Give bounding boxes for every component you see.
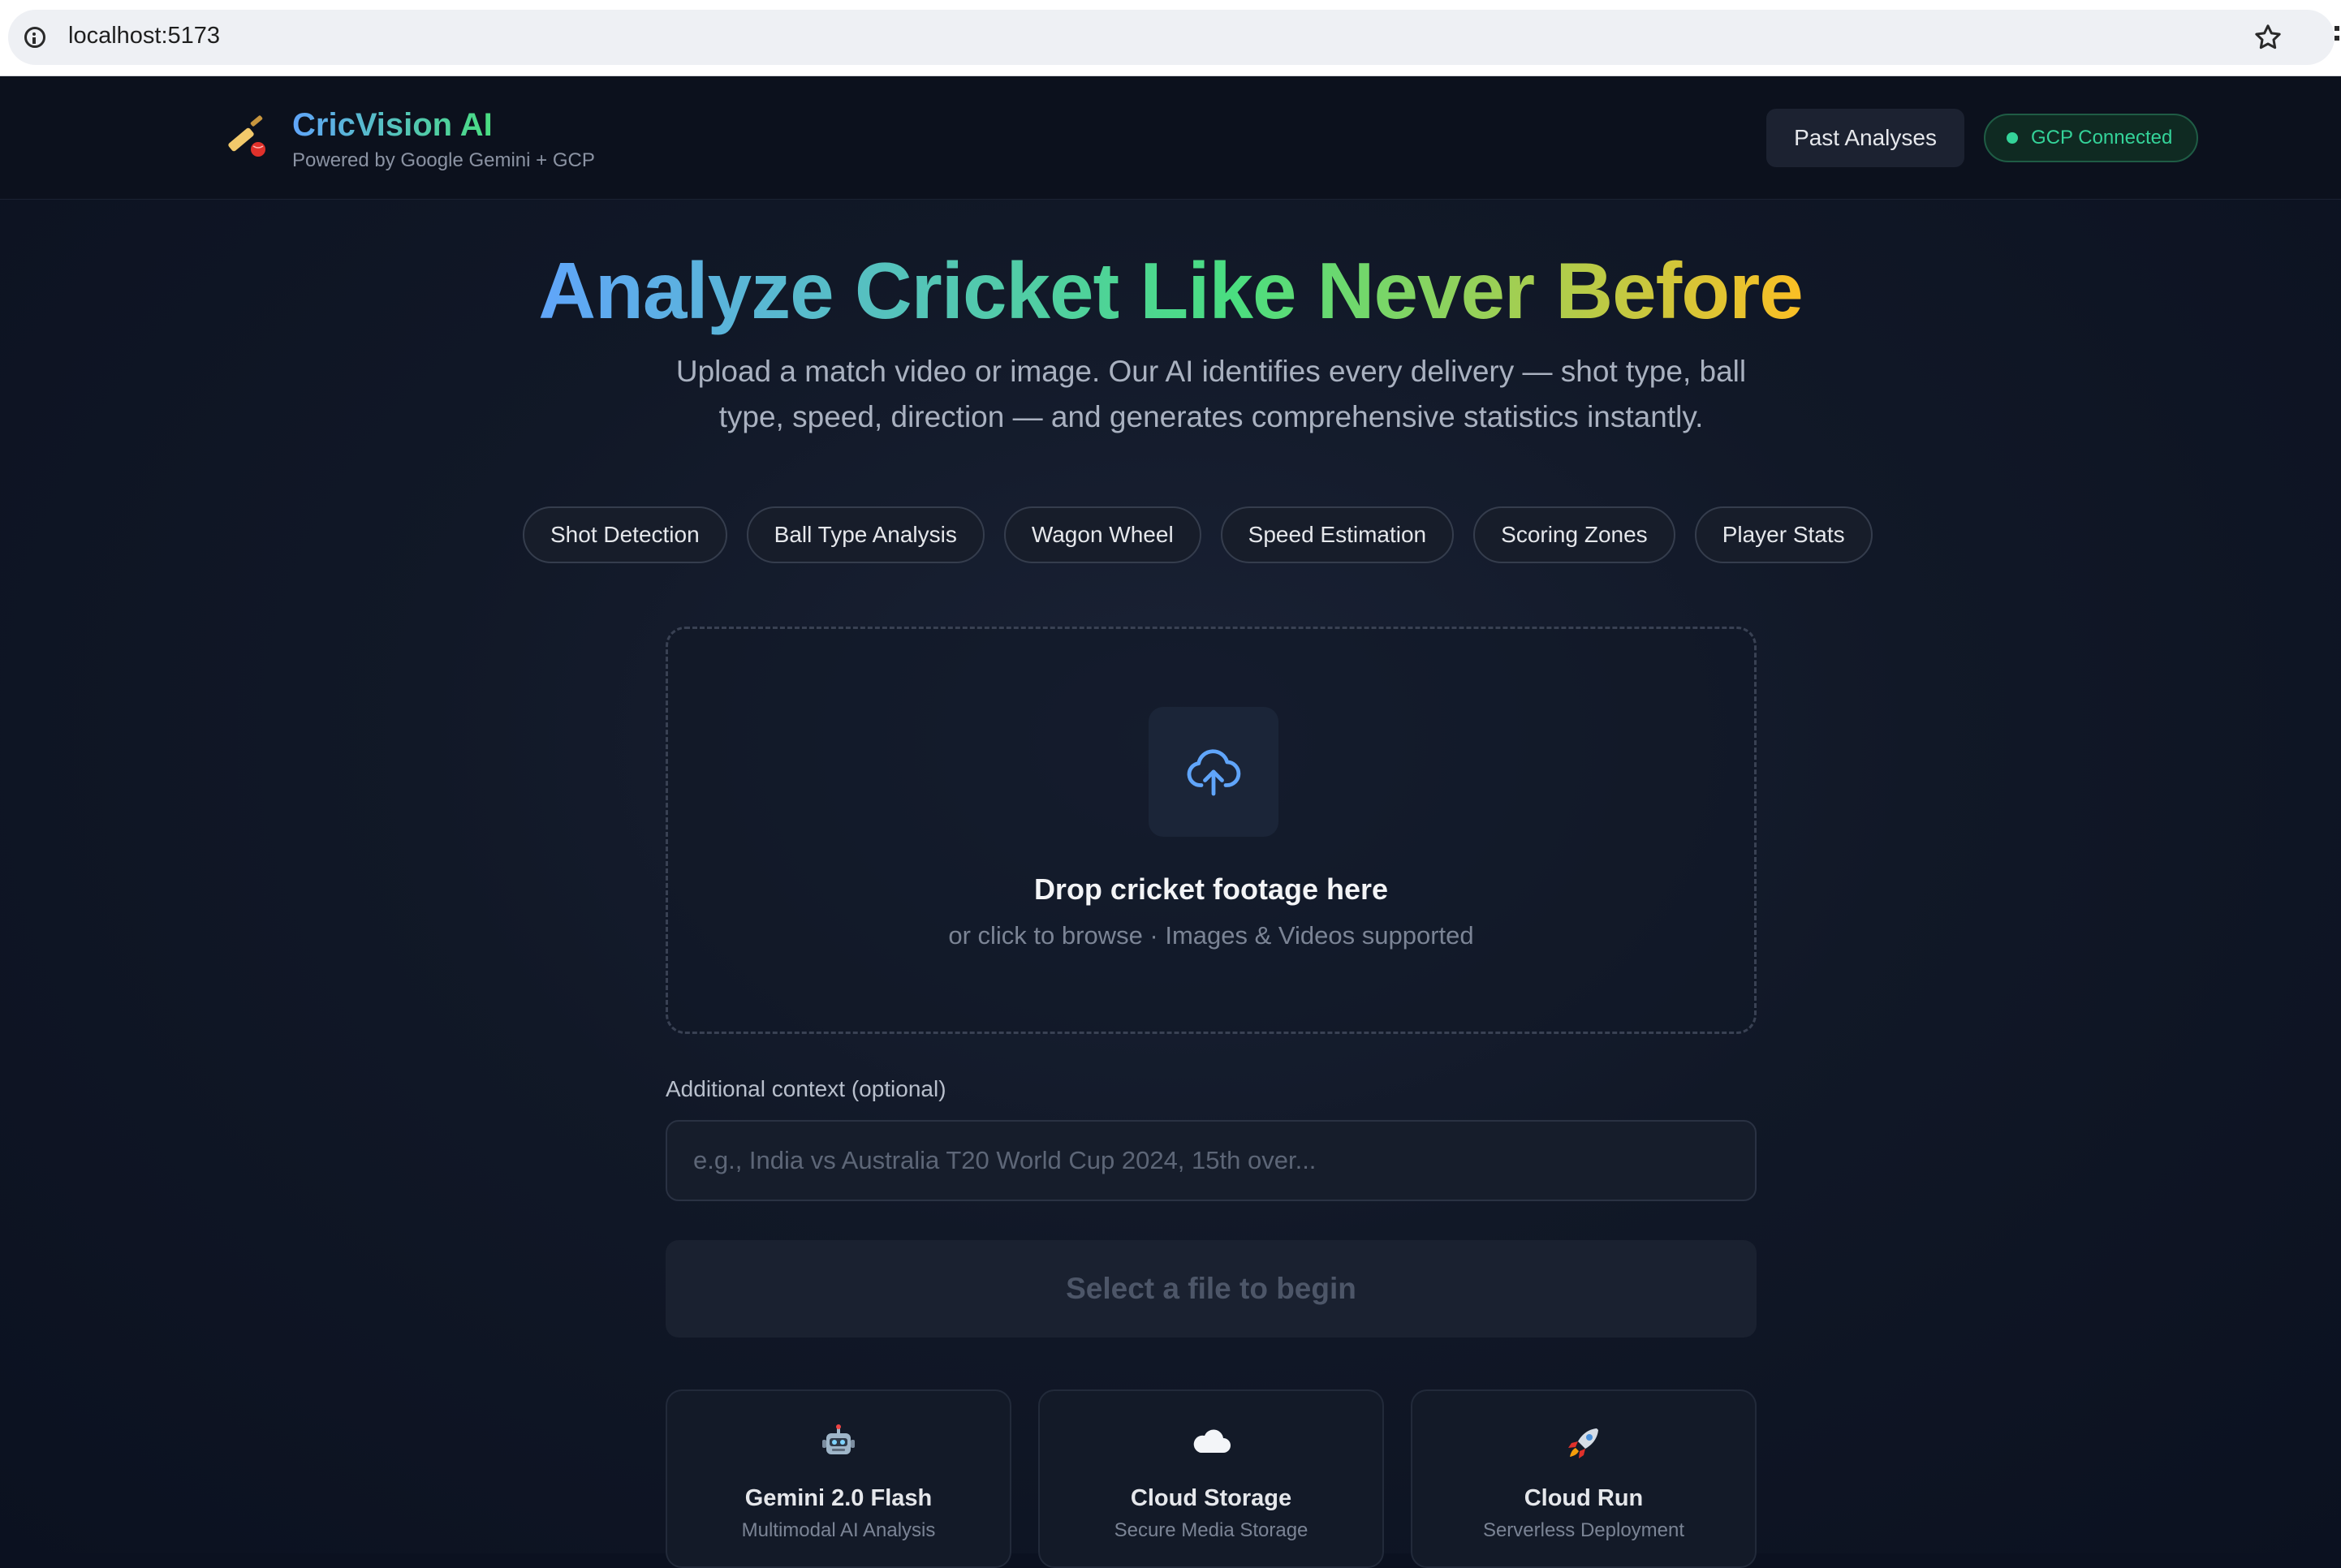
upload-icon-box [1149, 707, 1278, 837]
chip-wagon-wheel[interactable]: Wagon Wheel [1003, 506, 1201, 563]
app-root: CricVision AI Powered by Google Gemini +… [0, 76, 2341, 1568]
dropzone-subtitle: or click to browse · Images & Videos sup… [948, 921, 1474, 950]
card-subtitle: Serverless Deployment [1482, 1519, 1685, 1541]
hero-title-text: Analyze Cricket Like Never Before [538, 246, 1803, 335]
hero-title: Analyze Cricket Like Never Before [0, 245, 2341, 337]
card-cloud-storage: Cloud Storage Secure Media Storage [1038, 1389, 1384, 1568]
cricket-bat-ball-icon [228, 115, 265, 157]
card-title: Cloud Storage [1130, 1485, 1292, 1511]
app-title: CricVision AI [292, 107, 493, 143]
cloud-upload-icon [1187, 749, 1241, 796]
context-label: Additional context (optional) [666, 1076, 946, 1101]
analyze-button[interactable]: Select a file to begin [666, 1240, 1757, 1338]
chip-shot-detection[interactable]: Shot Detection [523, 506, 727, 563]
upload-dropzone[interactable]: Drop cricket footage here or click to br… [666, 627, 1757, 1034]
past-analyses-button[interactable]: Past Analyses [1766, 109, 1964, 167]
robot-icon [667, 1424, 1010, 1469]
card-subtitle: Multimodal AI Analysis [741, 1519, 936, 1541]
cloud-icon [1040, 1424, 1382, 1469]
status-dot-icon [2007, 132, 2018, 144]
site-info-icon[interactable] [24, 27, 45, 48]
chip-ball-type-analysis[interactable]: Ball Type Analysis [746, 506, 985, 563]
card-cloud-run: Cloud Run Serverless Deployment [1411, 1389, 1757, 1568]
hero-subtitle: Upload a match video or image. Our AI id… [675, 355, 1747, 433]
tech-cards: Gemini 2.0 Flash Multimodal AI Analysis … [666, 1389, 1757, 1568]
card-title: Cloud Run [1524, 1485, 1644, 1511]
dropzone-title: Drop cricket footage here [1033, 872, 1389, 906]
status-label: GCP Connected [2031, 127, 2173, 149]
rocket-icon [1412, 1424, 1755, 1471]
card-subtitle: Secure Media Storage [1114, 1519, 1308, 1541]
context-input[interactable] [666, 1120, 1757, 1201]
gcp-status-badge: GCP Connected [1984, 114, 2198, 162]
app-subtitle: Powered by Google Gemini + GCP [292, 149, 595, 171]
browser-toolbar: localhost:5173 [0, 0, 2341, 76]
card-title: Gemini 2.0 Flash [744, 1485, 933, 1511]
chip-speed-estimation[interactable]: Speed Estimation [1220, 506, 1455, 563]
chip-player-stats[interactable]: Player Stats [1694, 506, 1873, 563]
extensions-icon[interactable] [2330, 24, 2341, 52]
chip-scoring-zones[interactable]: Scoring Zones [1473, 506, 1675, 563]
address-bar[interactable]: localhost:5173 [8, 10, 2335, 65]
app-header: CricVision AI Powered by Google Gemini +… [0, 76, 2341, 200]
feature-chips: Shot Detection Ball Type Analysis Wagon … [523, 506, 1873, 563]
bookmark-star-icon[interactable] [2252, 21, 2284, 54]
url-text[interactable]: localhost:5173 [68, 23, 220, 50]
card-gemini: Gemini 2.0 Flash Multimodal AI Analysis [666, 1389, 1011, 1568]
